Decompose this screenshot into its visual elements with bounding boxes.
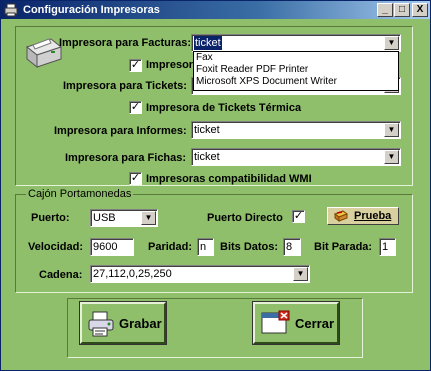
chevron-down-icon[interactable]: ▼: [141, 211, 156, 225]
speed-input[interactable]: 9600: [90, 238, 134, 256]
informes-printer-value: ticket: [194, 124, 220, 136]
chevron-down-icon[interactable]: ▼: [293, 267, 308, 281]
chevron-down-icon[interactable]: ▼: [384, 150, 399, 164]
port-value: USB: [93, 212, 116, 224]
dropdown-option[interactable]: Microsoft XPS Document Writer: [194, 76, 398, 88]
direct-port-checkbox[interactable]: ✓: [292, 210, 305, 223]
direct-port-label: Puerto Directo: [207, 212, 283, 224]
close-button[interactable]: X: [412, 3, 428, 17]
chain-label: Cadena:: [39, 269, 83, 281]
wmi-checkbox[interactable]: ✓: [129, 172, 142, 185]
facturas-label: Impresora para Facturas:: [59, 37, 192, 49]
title-bar[interactable]: Configuración Impresoras _ □ X: [1, 1, 430, 19]
maximize-button[interactable]: □: [394, 3, 410, 17]
port-select[interactable]: USB ▼: [90, 209, 158, 227]
save-button-label: Grabar: [119, 316, 162, 331]
drawer-icon: [334, 210, 348, 222]
test-button-label: Prueba: [354, 210, 392, 222]
informes-printer-select[interactable]: ticket ▼: [191, 121, 401, 139]
thermal-printer-label: Impresora de Tickets Térmica: [146, 102, 302, 114]
config-window: Configuración Impresoras _ □ X Impresora…: [0, 0, 431, 371]
tickets-label: Impresora para Tickets:: [63, 80, 187, 92]
fichas-label: Impresora para Fichas:: [65, 152, 187, 164]
port-label: Puerto:: [31, 212, 70, 224]
chevron-down-icon[interactable]: ▼: [384, 123, 399, 137]
parity-label: Paridad:: [148, 241, 193, 253]
chain-select[interactable]: 27,112,0,25,250 ▼: [90, 265, 310, 283]
close-window-button[interactable]: Cerrar: [252, 301, 340, 345]
speed-label: Velocidad:: [28, 241, 84, 253]
printer-dropdown-list: Fax Foxit Reader PDF Printer Microsoft X…: [193, 51, 399, 91]
wmi-label: Impresoras compatibilidad WMI: [146, 173, 312, 185]
app-icon: [4, 3, 18, 17]
dropdown-option[interactable]: Fax: [194, 52, 398, 64]
fichas-printer-select[interactable]: ticket ▼: [191, 148, 401, 166]
close-window-label: Cerrar: [295, 316, 335, 331]
chevron-down-icon[interactable]: ▼: [384, 36, 399, 50]
informes-label: Impresora para Informes:: [54, 125, 187, 137]
chain-value: 27,112,0,25,250: [93, 268, 172, 280]
thermal-printer-checkbox[interactable]: ✓: [129, 101, 142, 114]
stop-bits-input[interactable]: 1: [379, 238, 396, 256]
dropdown-option[interactable]: Foxit Reader PDF Printer: [194, 64, 398, 76]
save-button[interactable]: Grabar: [79, 301, 167, 345]
parity-input[interactable]: n: [197, 238, 214, 256]
cash-drawer-title: Cajón Portamonedas: [26, 188, 134, 200]
printer-icon: [25, 38, 63, 69]
window-title: Configuración Impresoras: [23, 4, 160, 16]
minimize-button[interactable]: _: [377, 3, 393, 17]
printer-save-icon: [88, 311, 114, 337]
stop-bits-label: Bit Parada:: [314, 241, 373, 253]
test-button[interactable]: Prueba: [327, 207, 399, 225]
data-bits-label: Bits Datos:: [220, 241, 279, 253]
facturas-printer-value: ticket: [194, 36, 222, 50]
close-window-icon: [261, 310, 290, 334]
data-bits-input[interactable]: 8: [283, 238, 301, 256]
fiscal-printer-label: Impresora: [146, 59, 200, 71]
fiscal-printer-checkbox[interactable]: ✓: [129, 59, 142, 72]
fichas-printer-value: ticket: [194, 151, 220, 163]
facturas-printer-select[interactable]: ticket ▼: [191, 34, 401, 52]
